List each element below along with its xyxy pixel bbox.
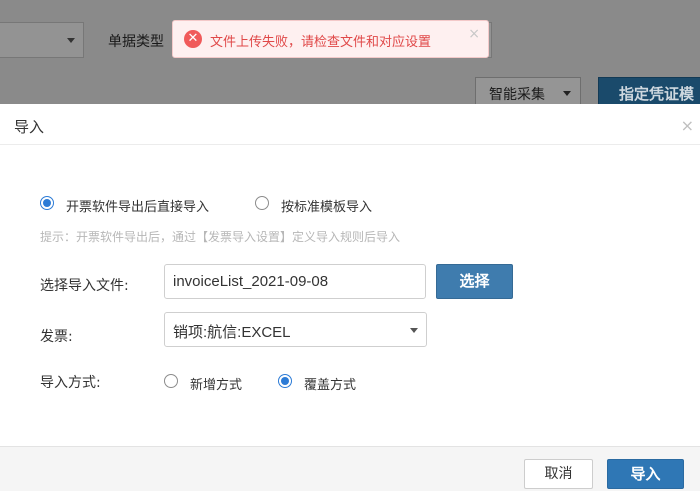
radio-direct-import[interactable] bbox=[40, 196, 54, 210]
smart-collect-label: 智能采集 bbox=[489, 87, 545, 103]
radio-add-mode[interactable] bbox=[164, 374, 178, 388]
close-icon[interactable]: × bbox=[468, 26, 480, 42]
radio-overwrite-mode-label[interactable]: 覆盖方式 bbox=[304, 374, 356, 393]
choose-file-button[interactable]: 选择 bbox=[436, 264, 513, 299]
radio-direct-import-label[interactable]: 开票软件导出后直接导入 bbox=[66, 196, 209, 215]
cancel-button[interactable]: 取消 bbox=[524, 459, 593, 489]
file-label: 选择导入文件: bbox=[40, 278, 129, 294]
invoice-selected-value: 销项:航信:EXCEL bbox=[173, 324, 291, 341]
error-icon: ✕ bbox=[184, 30, 202, 48]
radio-template-import-label[interactable]: 按标准模板导入 bbox=[281, 196, 372, 215]
close-icon[interactable]: × bbox=[681, 118, 694, 134]
import-mode-label: 导入方式: bbox=[40, 375, 101, 391]
dialog-header: 导入 × bbox=[0, 104, 700, 145]
import-dialog: 导入 × 开票软件导出后直接导入 按标准模板导入 提示：开票软件导出后，通过【发… bbox=[0, 104, 700, 491]
file-input[interactable] bbox=[164, 264, 426, 299]
chevron-down-icon bbox=[67, 38, 75, 43]
background-select[interactable] bbox=[0, 22, 84, 58]
import-button[interactable]: 导入 bbox=[607, 459, 684, 489]
assign-voucher-button[interactable]: 指定凭证模 bbox=[598, 77, 700, 107]
radio-template-import[interactable] bbox=[255, 196, 269, 210]
assign-voucher-label: 指定凭证模 bbox=[619, 85, 695, 103]
dialog-footer: 取消 导入 bbox=[0, 446, 700, 491]
smart-collect-button[interactable]: 智能采集 bbox=[475, 77, 581, 107]
error-toast: ✕ 文件上传失败，请检查文件和对应设置 × bbox=[172, 20, 489, 58]
doc-type-label: 单据类型 bbox=[108, 34, 164, 50]
chevron-down-icon bbox=[410, 328, 418, 333]
invoice-select[interactable]: 销项:航信:EXCEL bbox=[164, 312, 427, 347]
invoice-label: 发票: bbox=[40, 329, 73, 345]
radio-overwrite-mode[interactable] bbox=[278, 374, 292, 388]
radio-add-mode-label[interactable]: 新增方式 bbox=[190, 374, 242, 393]
toast-message: 文件上传失败，请检查文件和对应设置 bbox=[210, 35, 432, 50]
dialog-title: 导入 bbox=[14, 118, 45, 136]
chevron-down-icon bbox=[563, 91, 571, 96]
import-hint: 提示：开票软件导出后，通过【发票导入设置】定义导入规则后导入 bbox=[40, 230, 401, 244]
